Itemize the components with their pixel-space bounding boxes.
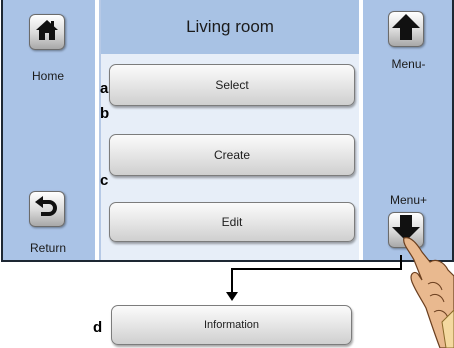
connector-arrow [226, 255, 402, 301]
information-button[interactable]: Information [111, 305, 352, 345]
pointing-hand [403, 237, 454, 348]
